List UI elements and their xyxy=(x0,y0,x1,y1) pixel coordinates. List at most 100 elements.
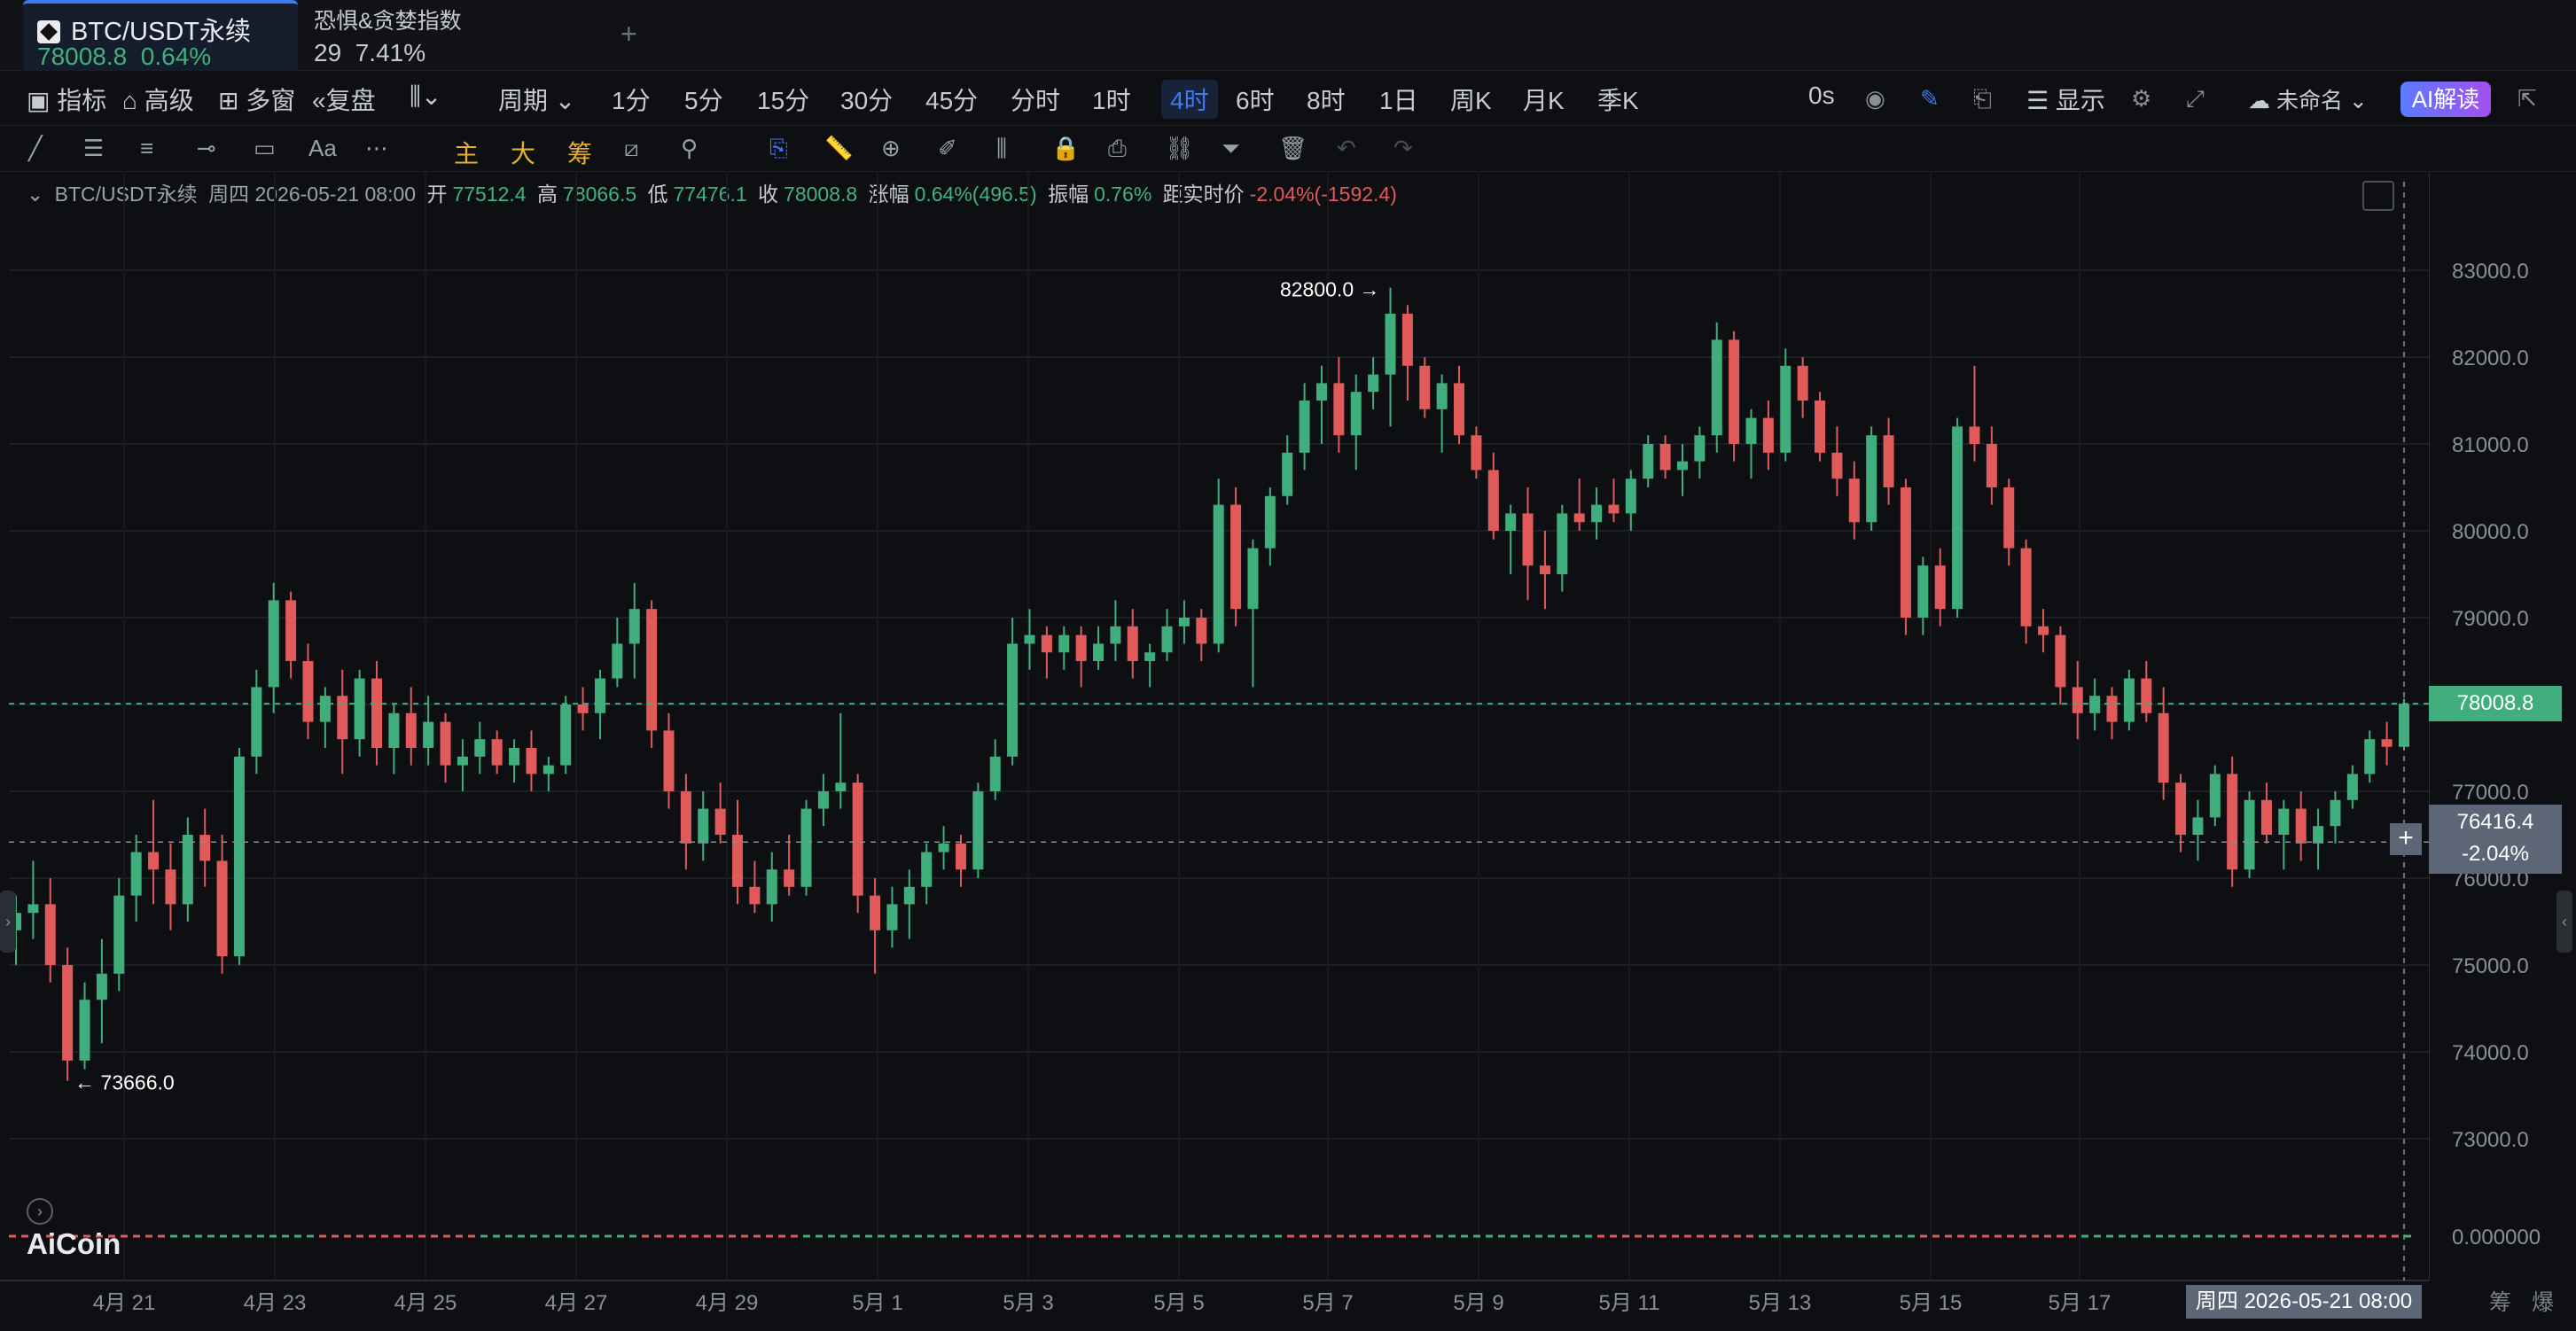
candle-body xyxy=(1745,417,1757,444)
drawing-toolbar: ╱ ☰ ≡ ⊸ ▭ Aa ⋯ 主 大 筹 ⧄ ⚲ ⎘ 📏 ⊕ ✐ ⫼ 🔒 ⎙ ⛓… xyxy=(0,126,2576,172)
multi-window-button[interactable]: ⊞ 多窗 xyxy=(218,82,295,117)
candle-body xyxy=(938,843,949,852)
timeframe-6[interactable]: 1时 xyxy=(1092,82,1131,117)
fullscreen-icon[interactable]: ⤢ xyxy=(2186,85,2205,113)
tab-fg-name: 恐惧&贪婪指数 xyxy=(314,9,462,34)
advanced-button[interactable]: ⌂ 高级 xyxy=(122,82,194,117)
tab-bar: BTC/USDT永续 78008.8 0.64% 恐惧&贪婪指数 29 7.41… xyxy=(0,0,2576,71)
undo-icon[interactable]: ↶ xyxy=(1337,135,1356,162)
redo-icon[interactable]: ↷ xyxy=(1393,135,1413,162)
candle-body xyxy=(233,756,245,957)
camera-icon[interactable]: ◉ xyxy=(1865,85,1885,113)
candle-body xyxy=(1797,365,1808,401)
compare-icon[interactable]: ⧄ xyxy=(624,135,639,163)
candle-body xyxy=(1729,339,1740,444)
add-tab-icon[interactable]: + xyxy=(621,18,637,51)
text-tool-icon[interactable]: Aa xyxy=(308,135,337,162)
tab-btc-usdt[interactable]: BTC/USDT永续 78008.8 0.64% xyxy=(23,0,298,71)
timeframe-2[interactable]: 15分 xyxy=(757,82,809,117)
tab-fear-greed[interactable]: 恐惧&贪婪指数 29 7.41% xyxy=(314,0,597,71)
left-panel-toggle[interactable]: › xyxy=(0,891,16,953)
candle-body xyxy=(680,791,691,844)
candle-body xyxy=(972,791,984,870)
candle-body xyxy=(148,852,160,870)
liquidation-toggle[interactable]: 爆 xyxy=(2532,1285,2554,1317)
template-icon[interactable]: ⎙ xyxy=(1108,135,1127,163)
display-button[interactable]: ☰ 显示 xyxy=(2026,82,2105,117)
candle-body xyxy=(1917,565,1929,618)
candle-body xyxy=(44,904,56,965)
layout-dropdown[interactable]: ☁ 未命名 ⌄ xyxy=(2248,83,2368,115)
candle-body xyxy=(1676,461,1688,471)
timeframe-8[interactable]: 6时 xyxy=(1236,82,1275,117)
timeframe-3[interactable]: 30分 xyxy=(840,82,893,117)
pen-icon[interactable]: ✎ xyxy=(1920,85,1940,113)
zoom-icon[interactable]: ⊕ xyxy=(881,135,901,162)
timeframe-12[interactable]: 月K xyxy=(1523,82,1565,117)
candle-body xyxy=(1643,444,1654,479)
magnet-icon[interactable]: ⚲ xyxy=(681,135,698,162)
rect-tool-icon[interactable]: ▭ xyxy=(254,135,276,162)
candle-body xyxy=(1093,643,1105,661)
candles-icon[interactable]: ⫼ xyxy=(996,135,1007,163)
link-icon[interactable]: ⛓ xyxy=(1165,135,1194,162)
indicator-button[interactable]: ▣ 指标 xyxy=(27,82,106,117)
timeframe-11[interactable]: 周K xyxy=(1450,82,1492,117)
timeframe-10[interactable]: 1日 xyxy=(1379,82,1418,117)
candle-body xyxy=(2192,817,2204,835)
collapse-icon[interactable]: ⇱ xyxy=(2517,85,2537,113)
timeframe-4[interactable]: 45分 xyxy=(925,82,978,117)
candle-body xyxy=(835,782,847,791)
timeframe-7[interactable]: 4时 xyxy=(1161,80,1218,119)
ruler-icon[interactable]: 📏 xyxy=(824,135,853,162)
candle-body xyxy=(1608,504,1620,514)
chips-icon[interactable]: 筹 xyxy=(567,135,592,170)
timeframe-5[interactable]: 分时 xyxy=(1011,82,1060,117)
candlestick-chart[interactable]: 73000.074000.075000.076000.077000.078000… xyxy=(0,173,2576,1331)
right-panel-toggle[interactable]: ‹ xyxy=(2556,891,2572,953)
indicator-collapse-icon[interactable]: › xyxy=(27,1198,53,1225)
settings-icon[interactable]: ⚙ xyxy=(2131,85,2151,113)
candle-body xyxy=(27,904,39,914)
x-tick-label: 5月 11 xyxy=(1599,1291,1660,1315)
candle-body xyxy=(1780,365,1791,453)
candle-body xyxy=(1436,383,1448,409)
candle-body xyxy=(113,895,125,974)
big-order-icon[interactable]: 大 xyxy=(511,135,535,170)
lock-icon[interactable]: 🔒 xyxy=(1051,135,1080,162)
filter-icon[interactable]: ⏷ xyxy=(1222,135,1240,163)
ai-interpret-button[interactable]: AI解读 xyxy=(2400,82,2491,117)
candle-body xyxy=(216,860,228,957)
draw-toggle-icon[interactable]: ⎗ xyxy=(1973,85,1992,113)
fib-tool-icon[interactable]: ≡ xyxy=(140,135,153,162)
candle-body xyxy=(1350,392,1362,436)
period-dropdown[interactable]: 周期 ⌄ xyxy=(498,82,575,117)
candle-body xyxy=(800,808,812,887)
line-tool-icon[interactable]: ╱ xyxy=(28,135,43,162)
candle-body xyxy=(1007,643,1019,757)
timeframe-0[interactable]: 1分 xyxy=(612,82,651,117)
chips-toggle[interactable]: 筹 xyxy=(2489,1285,2511,1317)
timeframe-1[interactable]: 5分 xyxy=(684,82,723,117)
select-tool-icon[interactable]: ⎘ xyxy=(769,135,788,163)
trash-icon[interactable]: 🗑 xyxy=(1278,135,1308,162)
candle-body xyxy=(1986,444,1997,487)
x-tick-label: 5月 13 xyxy=(1749,1291,1812,1315)
candle-type-dropdown[interactable]: ⫼⌄ xyxy=(410,82,441,112)
replay-button[interactable]: «复盘 xyxy=(312,82,376,117)
candle-body xyxy=(1522,513,1534,566)
crosshair-pct: -2.04% xyxy=(2461,842,2530,866)
hline-tool-icon[interactable]: ⊸ xyxy=(197,135,216,162)
timeframe-13[interactable]: 季K xyxy=(1597,82,1639,117)
candle-body xyxy=(423,721,434,748)
crosshair-price: 76416.4 xyxy=(2456,810,2534,834)
candle-body xyxy=(319,696,331,722)
timeframe-9[interactable]: 8时 xyxy=(1307,82,1346,117)
more-tools-icon[interactable]: ⋯ xyxy=(365,135,388,162)
price-axis[interactable] xyxy=(2429,173,2576,1280)
candle-body xyxy=(2330,799,2341,827)
add-alert-icon[interactable]: + xyxy=(2390,823,2422,855)
brush-icon[interactable]: ✐ xyxy=(938,135,957,162)
parallel-tool-icon[interactable]: ☰ xyxy=(83,135,104,162)
main-chart-icon[interactable]: 主 xyxy=(454,135,479,170)
